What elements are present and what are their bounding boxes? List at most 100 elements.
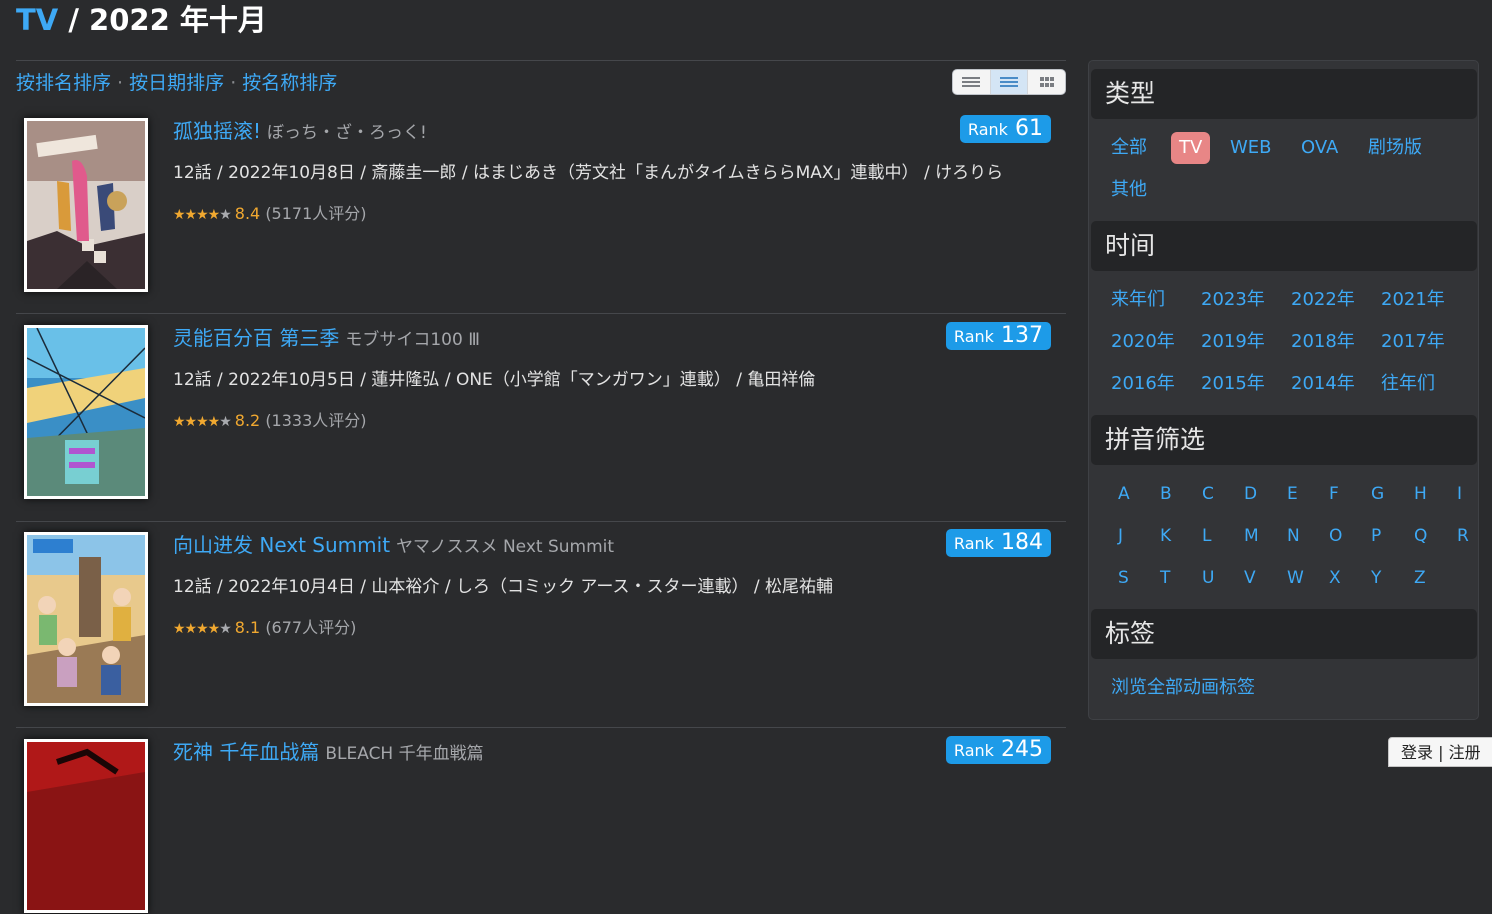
time-option[interactable]: 2017年 bbox=[1381, 330, 1445, 354]
time-option[interactable]: 2020年 bbox=[1111, 330, 1175, 354]
rating-count: (677人评分) bbox=[265, 618, 357, 637]
time-option[interactable]: 往年们 bbox=[1381, 372, 1435, 396]
breadcrumb-separator: / bbox=[58, 3, 90, 37]
type-option-movie[interactable]: 剧场版 bbox=[1368, 136, 1422, 160]
type-option-ova[interactable]: OVA bbox=[1301, 136, 1338, 160]
time-option[interactable]: 2023年 bbox=[1201, 288, 1265, 312]
rating-count: (1333人评分) bbox=[265, 411, 367, 430]
pinyin-letter-o[interactable]: O bbox=[1329, 524, 1342, 548]
view-mode-toggle bbox=[952, 69, 1066, 95]
pinyin-letter-v[interactable]: V bbox=[1244, 566, 1256, 590]
pinyin-letter-u[interactable]: U bbox=[1202, 566, 1214, 590]
rating-score: 8.1 bbox=[234, 618, 261, 637]
list-item: 向山进发 Next Summit ヤマノススメ Next Summit Rank … bbox=[16, 522, 1066, 728]
pinyin-letter-t[interactable]: T bbox=[1160, 566, 1170, 590]
type-option-web[interactable]: WEB bbox=[1230, 136, 1272, 160]
list-item: 灵能百分百 第三季 モブサイコ100 Ⅲ Rank 137 12話 / 2022年… bbox=[16, 315, 1066, 522]
grid-icon bbox=[1039, 77, 1054, 87]
pinyin-letter-p[interactable]: P bbox=[1371, 524, 1381, 548]
pinyin-letter-j[interactable]: J bbox=[1118, 524, 1123, 548]
time-option[interactable]: 2014年 bbox=[1291, 372, 1355, 396]
item-title-jp: ヤマノススメ Next Summit bbox=[396, 537, 615, 557]
pinyin-letter-w[interactable]: W bbox=[1287, 566, 1304, 590]
item-info: 12話 / 2022年10月4日 / 山本裕介 / しろ（コミック アース・スタ… bbox=[173, 577, 834, 597]
cover-art bbox=[27, 742, 145, 910]
item-rating: ★★★★★ 8.1 (677人评分) bbox=[173, 617, 356, 640]
time-option[interactable]: 2021年 bbox=[1381, 288, 1445, 312]
rank-badge: Rank 137 bbox=[945, 322, 1051, 350]
pinyin-letter-n[interactable]: N bbox=[1287, 524, 1300, 548]
pinyin-letter-m[interactable]: M bbox=[1244, 524, 1259, 548]
pinyin-letter-f[interactable]: F bbox=[1329, 482, 1339, 506]
rating-count: (5171人评分) bbox=[265, 204, 367, 223]
sort-by-name-link[interactable]: 按名称排序 bbox=[242, 72, 337, 94]
list-compact-view-button[interactable] bbox=[953, 70, 991, 94]
cover-image[interactable] bbox=[24, 532, 148, 706]
pinyin-letter-g[interactable]: G bbox=[1371, 482, 1384, 506]
type-option-other[interactable]: 其他 bbox=[1111, 178, 1147, 202]
pinyin-letter-b[interactable]: B bbox=[1160, 482, 1172, 506]
list-item: 死神 千年血战篇 BLEACH 千年血戦篇 Rank 245 bbox=[16, 729, 1066, 913]
pinyin-letter-i[interactable]: I bbox=[1457, 482, 1462, 506]
item-title-link[interactable]: 灵能百分百 第三季 bbox=[173, 326, 339, 350]
browse-all-tags-link[interactable]: 浏览全部动画标签 bbox=[1111, 676, 1255, 700]
anime-list: 按排名排序 · 按日期排序 · 按名称排序 孤独摇滚! ぼっち・ざ・ろっく! Ra… bbox=[16, 60, 1066, 913]
pinyin-letter-y[interactable]: Y bbox=[1371, 566, 1381, 590]
cover-image[interactable] bbox=[24, 325, 148, 499]
cover-image[interactable] bbox=[24, 739, 148, 913]
type-option-tv[interactable]: TV bbox=[1171, 132, 1211, 164]
list-compact-icon bbox=[962, 77, 981, 87]
type-option-all[interactable]: 全部 bbox=[1111, 136, 1147, 160]
item-rating: ★★★★★ 8.4 (5171人评分) bbox=[173, 203, 367, 226]
sort-by-rank-link[interactable]: 按排名排序 bbox=[16, 72, 111, 94]
login-link[interactable]: 登录 bbox=[1401, 743, 1433, 762]
type-heading: 类型 bbox=[1091, 69, 1477, 119]
grid-view-button[interactable] bbox=[1028, 70, 1065, 94]
pinyin-letter-x[interactable]: X bbox=[1329, 566, 1341, 590]
pinyin-letter-q[interactable]: Q bbox=[1414, 524, 1427, 548]
item-info: 12話 / 2022年10月5日 / 蓮井隆弘 / ONE（小学館「マンガワン」… bbox=[173, 370, 816, 390]
time-option[interactable]: 2018年 bbox=[1291, 330, 1355, 354]
login-separator: | bbox=[1433, 743, 1449, 762]
item-title-jp: ぼっち・ざ・ろっく! bbox=[267, 123, 427, 143]
cover-art bbox=[27, 535, 145, 703]
pinyin-letter-c[interactable]: C bbox=[1202, 482, 1214, 506]
time-option[interactable]: 2019年 bbox=[1201, 330, 1265, 354]
list-detail-view-button[interactable] bbox=[990, 70, 1029, 94]
rank-number: 61 bbox=[1015, 116, 1043, 141]
login-register-bar: 登录 | 注册 bbox=[1388, 737, 1492, 767]
time-option[interactable]: 2022年 bbox=[1291, 288, 1355, 312]
pinyin-letter-k[interactable]: K bbox=[1160, 524, 1171, 548]
star-rating-icon: ★★★★★ bbox=[173, 621, 232, 637]
pinyin-letter-h[interactable]: H bbox=[1414, 482, 1427, 506]
tags-heading: 标签 bbox=[1091, 609, 1477, 659]
pinyin-letter-d[interactable]: D bbox=[1244, 482, 1257, 506]
pinyin-letter-a[interactable]: A bbox=[1118, 482, 1130, 506]
pinyin-letter-z[interactable]: Z bbox=[1414, 566, 1426, 590]
cover-art bbox=[26, 327, 146, 497]
sort-by-date-link[interactable]: 按日期排序 bbox=[129, 72, 224, 94]
item-title-link[interactable]: 孤独摇滚! bbox=[173, 119, 261, 143]
list-item: 孤独摇滚! ぼっち・ざ・ろっく! Rank 61 12話 / 2022年10月8日… bbox=[16, 108, 1066, 314]
item-title-jp: BLEACH 千年血戦篇 bbox=[325, 744, 484, 764]
item-title-jp: モブサイコ100 Ⅲ bbox=[345, 330, 480, 350]
time-option[interactable]: 2016年 bbox=[1111, 372, 1175, 396]
sort-bar: 按排名排序 · 按日期排序 · 按名称排序 bbox=[16, 71, 337, 95]
cover-image[interactable] bbox=[24, 118, 148, 292]
register-link[interactable]: 注册 bbox=[1449, 743, 1481, 762]
rank-number: 184 bbox=[1001, 530, 1043, 555]
rank-badge: Rank 61 bbox=[959, 115, 1051, 143]
pinyin-letter-s[interactable]: S bbox=[1118, 566, 1129, 590]
pinyin-letter-r[interactable]: R bbox=[1457, 524, 1469, 548]
item-title-link[interactable]: 向山进发 Next Summit bbox=[173, 533, 390, 557]
time-option[interactable]: 2015年 bbox=[1201, 372, 1265, 396]
breadcrumb-category-link[interactable]: TV bbox=[16, 3, 58, 37]
time-option[interactable]: 来年们 bbox=[1111, 288, 1165, 312]
star-rating-icon: ★★★★★ bbox=[173, 414, 232, 430]
pinyin-letter-e[interactable]: E bbox=[1287, 482, 1298, 506]
pinyin-letter-l[interactable]: L bbox=[1202, 524, 1211, 548]
pinyin-heading: 拼音筛选 bbox=[1091, 415, 1477, 465]
item-title-link[interactable]: 死神 千年血战篇 bbox=[173, 740, 319, 764]
item-rating: ★★★★★ 8.2 (1333人评分) bbox=[173, 410, 367, 433]
item-title: 向山进发 Next Summit ヤマノススメ Next Summit bbox=[173, 532, 614, 560]
